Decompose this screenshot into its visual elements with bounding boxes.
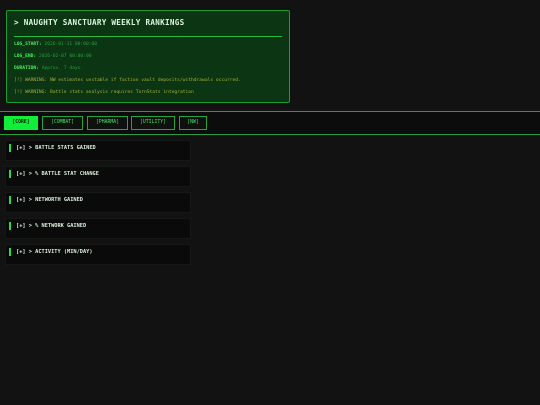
section-marker <box>9 170 11 178</box>
log-start-value: 2026-01-31 00:00:00 <box>44 42 98 47</box>
log-end-line: LOG_END: 2026-02-07 00:00:00 <box>14 54 283 60</box>
duration-label: DURATION: <box>14 66 39 71</box>
section-network-gained[interactable]: [+] > % NETWORK GAINED <box>5 218 191 239</box>
tab-combat[interactable]: [COMBAT] <box>42 116 83 130</box>
log-panel: > NAUGHTY SANCTUARY WEEKLY RANKINGS LOG_… <box>6 10 290 103</box>
title-divider <box>14 36 282 37</box>
duration-value: Approx. 7 days. <box>41 66 84 71</box>
section-marker <box>9 222 11 230</box>
warning-battle-stats: [!] WARNING: Battle stats analysis requi… <box>14 90 194 95</box>
tab-nw[interactable]: [NW] <box>179 116 207 130</box>
section-marker <box>9 248 11 256</box>
section-networth-gained[interactable]: [+] > NETWORTH GAINED <box>5 192 191 213</box>
section-label: [+] > % NETWORK GAINED <box>16 223 87 229</box>
log-start-label: LOG_START: <box>14 42 42 47</box>
section-activity[interactable]: [+] > ACTIVITY (MIN/DAY) <box>5 244 191 265</box>
section-marker <box>9 196 11 204</box>
section-marker <box>9 144 11 152</box>
tab-bar: [CORE] [COMBAT] [PHARMA] [UTILITY] [NW] <box>0 111 540 135</box>
section-label: [+] > ACTIVITY (MIN/DAY) <box>16 249 93 255</box>
duration-line: DURATION: Approx. 7 days. <box>14 66 283 72</box>
log-end-value: 2026-02-07 00:00:00 <box>38 54 92 59</box>
section-label: [+] > NETWORTH GAINED <box>16 197 83 203</box>
section-label: [+] > BATTLE STATS GAINED <box>16 145 96 151</box>
tab-pharma[interactable]: [PHARMA] <box>87 116 128 130</box>
tab-utility[interactable]: [UTILITY] <box>131 116 175 130</box>
section-battle-stat-change[interactable]: [+] > % BATTLE STAT CHANGE <box>5 166 191 187</box>
warning-vault: [!] WARNING: NW estimates unstable if fa… <box>14 78 241 83</box>
log-end-label: LOG_END: <box>14 54 37 59</box>
page-title: > NAUGHTY SANCTUARY WEEKLY RANKINGS <box>14 18 185 27</box>
tab-core[interactable]: [CORE] <box>4 116 38 130</box>
section-battle-stats-gained[interactable]: [+] > BATTLE STATS GAINED <box>5 140 191 161</box>
log-start-line: LOG_START: 2026-01-31 00:00:00 <box>14 42 283 48</box>
section-label: [+] > % BATTLE STAT CHANGE <box>16 171 99 177</box>
